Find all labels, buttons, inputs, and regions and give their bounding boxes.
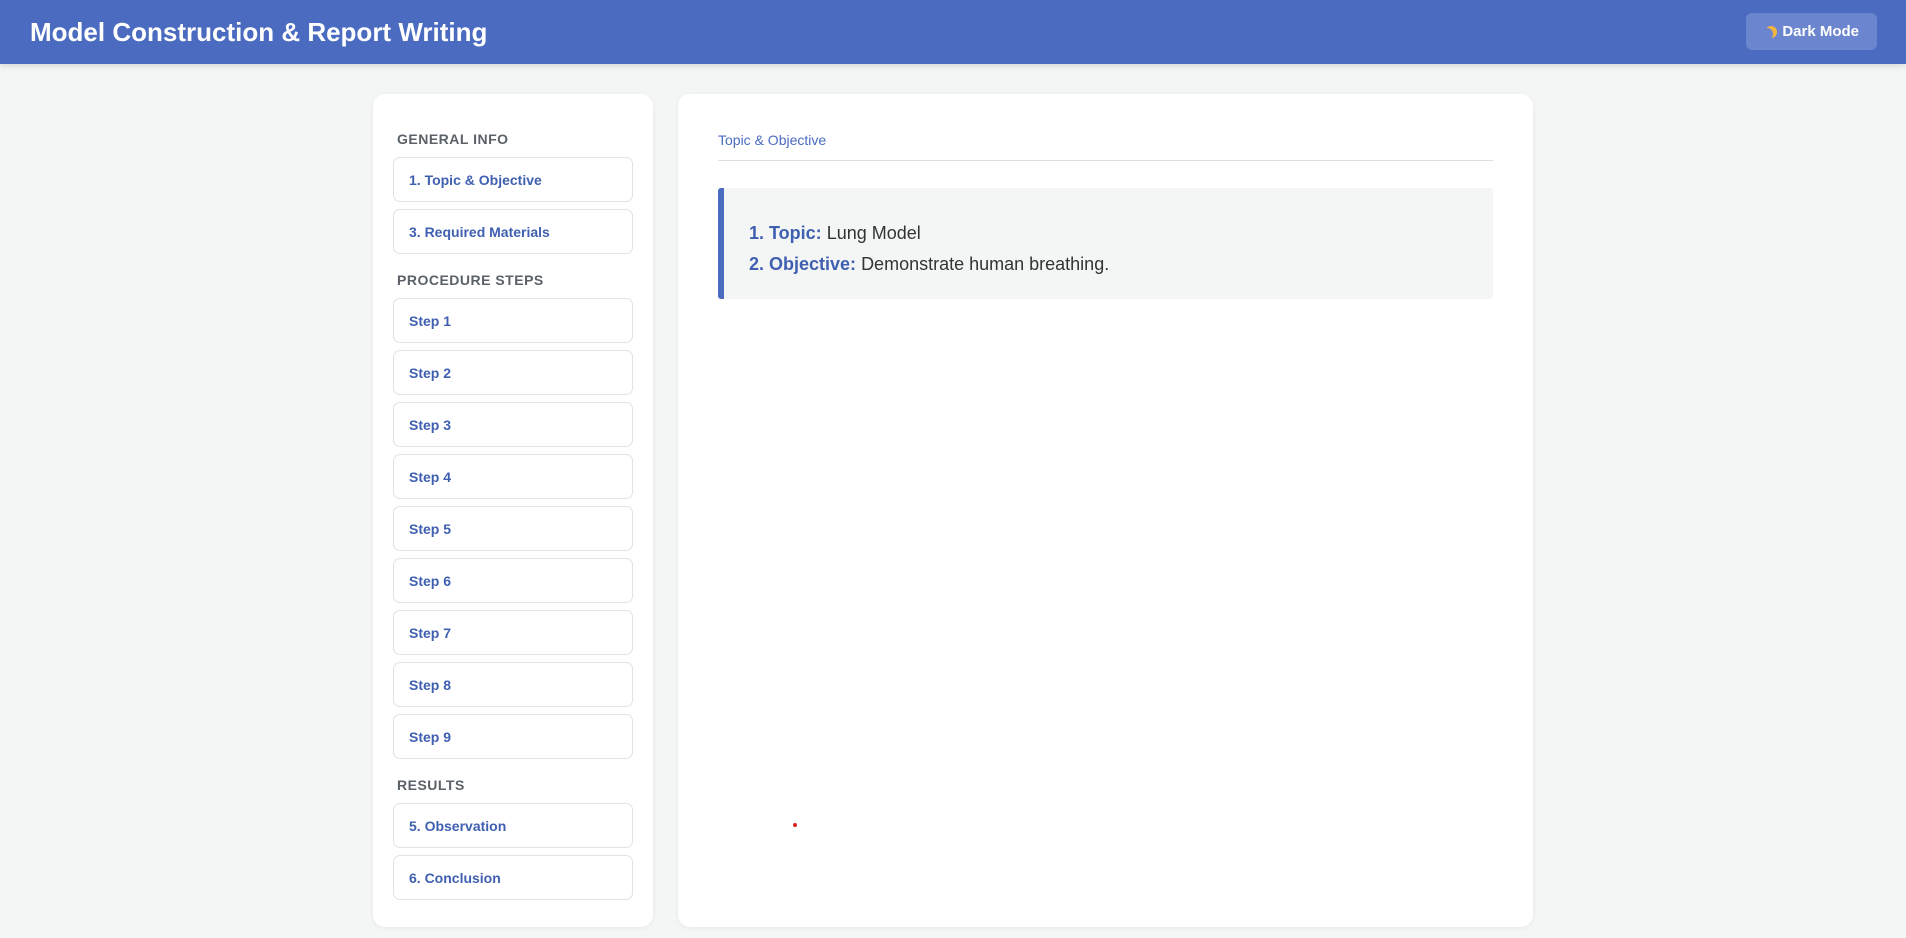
topic-objective-box: 1. Topic: Lung Model 2. Objective: Demon… (718, 188, 1493, 299)
moon-icon (1761, 28, 1773, 40)
topic-value: Lung Model (826, 223, 921, 243)
sidebar-item-required-materials[interactable]: 3. Required Materials (393, 209, 633, 254)
divider (718, 160, 1493, 161)
sidebar-item-label: Step 6 (409, 572, 452, 589)
sidebar-item-step-7[interactable]: Step 7 (393, 610, 633, 655)
cursor-dot (793, 823, 797, 827)
sidebar-item-step-6[interactable]: Step 6 (393, 558, 633, 603)
breadcrumb: Topic & Objective (718, 132, 827, 148)
objective-line: 2. Objective: Demonstrate human breathin… (749, 249, 1493, 280)
objective-label: 2. Objective: (749, 254, 857, 274)
sidebar-item-label: Step 9 (409, 728, 452, 745)
section-title-results: RESULTS (397, 777, 465, 793)
sidebar-item-label: 5. Observation (409, 817, 507, 834)
sidebar-item-step-2[interactable]: Step 2 (393, 350, 633, 395)
sidebar-item-label: Step 5 (409, 520, 452, 537)
sidebar-item-label: Step 1 (409, 312, 452, 329)
dark-mode-button[interactable]: Dark Mode (1746, 13, 1877, 50)
sidebar-item-label: Step 3 (409, 416, 452, 433)
section-title-procedure-steps: PROCEDURE STEPS (397, 272, 544, 288)
dark-mode-label: Dark Mode (1782, 23, 1859, 40)
topic-label: 1. Topic: (749, 223, 822, 243)
sidebar-item-label: 3. Required Materials (409, 223, 550, 240)
objective-value: Demonstrate human breathing. (861, 254, 1110, 274)
sidebar-item-step-5[interactable]: Step 5 (393, 506, 633, 551)
sidebar-item-label: Step 2 (409, 364, 452, 381)
sidebar-item-observation[interactable]: 5. Observation (393, 803, 633, 848)
sidebar-item-step-1[interactable]: Step 1 (393, 298, 633, 343)
sidebar-item-label: 6. Conclusion (409, 869, 501, 886)
sidebar-item-label: 1. Topic & Objective (409, 171, 542, 188)
sidebar: GENERAL INFO 1. Topic & Objective 3. Req… (373, 94, 653, 927)
app-header: Model Construction & Report Writing Dark… (0, 0, 1906, 64)
main-content: Topic & Objective 1. Topic: Lung Model 2… (678, 94, 1533, 927)
sidebar-item-conclusion[interactable]: 6. Conclusion (393, 855, 633, 900)
sidebar-item-label: Step 8 (409, 676, 452, 693)
sidebar-item-topic-objective[interactable]: 1. Topic & Objective (393, 157, 633, 202)
sidebar-item-step-8[interactable]: Step 8 (393, 662, 633, 707)
app-title: Model Construction & Report Writing (30, 17, 488, 47)
section-title-general-info: GENERAL INFO (397, 131, 509, 147)
sidebar-item-step-4[interactable]: Step 4 (393, 454, 633, 499)
topic-line: 1. Topic: Lung Model (749, 218, 1493, 249)
sidebar-item-label: Step 4 (409, 468, 452, 485)
sidebar-item-step-9[interactable]: Step 9 (393, 714, 633, 759)
sidebar-item-step-3[interactable]: Step 3 (393, 402, 633, 447)
sidebar-item-label: Step 7 (409, 624, 452, 641)
